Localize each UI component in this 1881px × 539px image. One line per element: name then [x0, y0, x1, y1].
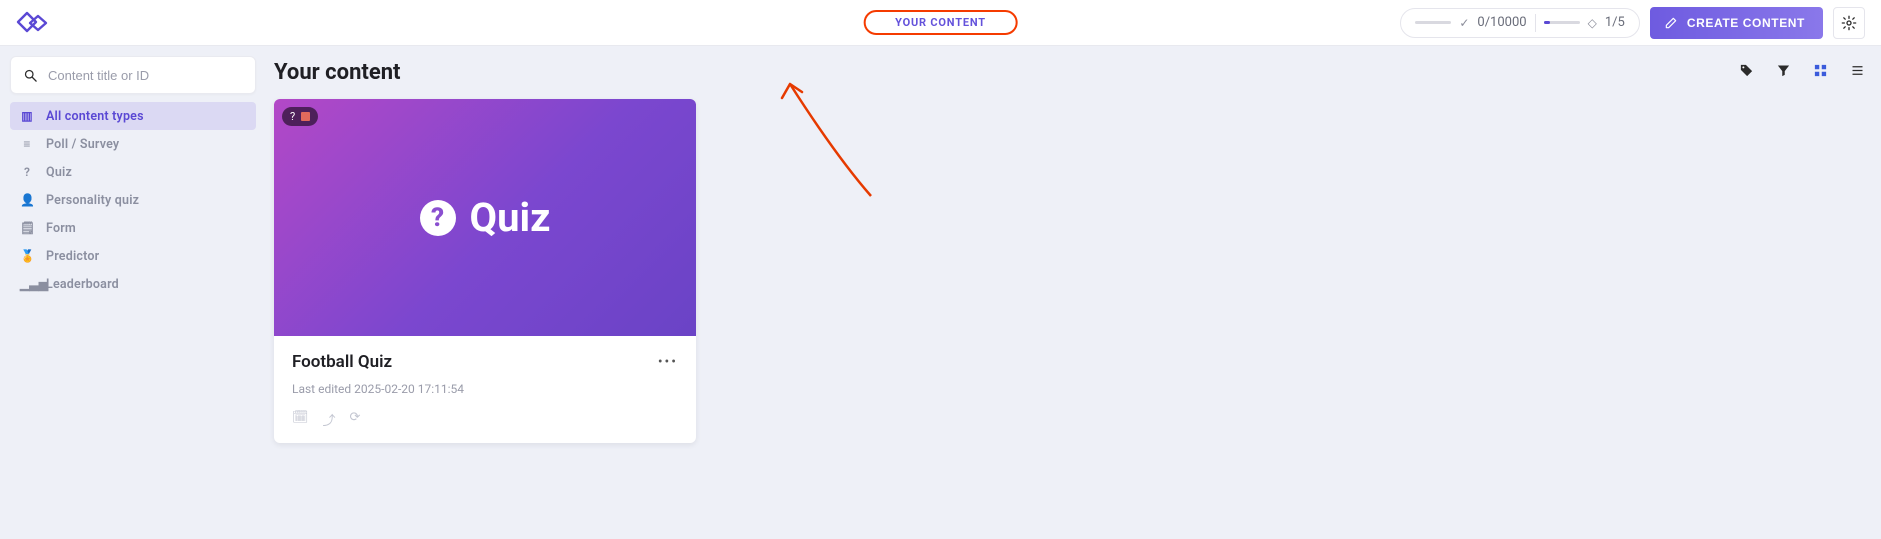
- tag-icon: [1739, 63, 1754, 78]
- calendar-icon: 🗓: [292, 410, 309, 429]
- question-mark-icon: ?: [290, 110, 295, 123]
- gems-progress-bar: [1544, 21, 1580, 24]
- views-progress-bar: [1415, 21, 1451, 24]
- sidebar-item-quiz[interactable]: ? Quiz: [10, 158, 256, 186]
- grid-icon: [1813, 63, 1828, 78]
- check-icon: ✓: [1459, 16, 1469, 30]
- refresh-icon: ⟳: [350, 410, 361, 429]
- sidebar-item-predictor[interactable]: 🏅 Predictor: [10, 242, 256, 270]
- search-box[interactable]: [10, 56, 256, 94]
- card-meta-icons: 🗓 ⤴ ⟳: [292, 410, 678, 429]
- content-area: Your content: [274, 56, 1871, 443]
- sidebar-item-label: Quiz: [46, 165, 72, 180]
- sidebar-item-label: Poll / Survey: [46, 137, 119, 152]
- card-body: Football Quiz ••• Last edited 2025-02-20…: [274, 336, 696, 443]
- clipboard-icon: 🗒: [20, 221, 34, 235]
- views-count: 0/10000: [1477, 15, 1526, 30]
- tab-label: YOUR CONTENT: [895, 16, 986, 29]
- gems-count: 1/5: [1605, 15, 1625, 30]
- sidebar-item-label: Personality quiz: [46, 193, 139, 208]
- brand-logo[interactable]: [16, 10, 56, 36]
- sidebar-item-label: All content types: [46, 109, 144, 124]
- quiz-circle-icon: ?: [420, 200, 456, 236]
- sidebar-item-label: Predictor: [46, 249, 99, 264]
- sidebar: ▥ All content types ≡ Poll / Survey ? Qu…: [10, 56, 256, 443]
- list-view-button[interactable]: [1850, 63, 1865, 82]
- list-icon: ≡: [20, 137, 34, 151]
- search-icon: [23, 68, 38, 83]
- gear-icon: [1841, 15, 1857, 31]
- card-more-button[interactable]: •••: [658, 354, 678, 370]
- card-last-edited: Last edited 2025-02-20 17:11:54: [292, 382, 678, 396]
- grid-view-button[interactable]: [1813, 63, 1828, 82]
- book-icon: ▥: [20, 109, 34, 123]
- separator: [1535, 14, 1536, 32]
- bars-icon: ▁▃▅: [20, 277, 34, 291]
- card-title: Football Quiz: [292, 352, 392, 372]
- list-lines-icon: [1850, 63, 1865, 78]
- content-type-nav: ▥ All content types ≡ Poll / Survey ? Qu…: [10, 102, 256, 298]
- content-grid: ? ? Quiz Football Quiz ••• Last edited 2…: [274, 99, 1871, 443]
- sidebar-item-label: Leaderboard: [46, 277, 119, 292]
- settings-button[interactable]: [1833, 7, 1865, 39]
- sidebar-item-poll[interactable]: ≡ Poll / Survey: [10, 130, 256, 158]
- content-card[interactable]: ? ? Quiz Football Quiz ••• Last edited 2…: [274, 99, 696, 443]
- tag-filter-button[interactable]: [1739, 63, 1754, 82]
- sidebar-item-form[interactable]: 🗒 Form: [10, 214, 256, 242]
- question-icon: ?: [20, 165, 34, 179]
- search-input[interactable]: [48, 68, 243, 83]
- card-hero-content: ? Quiz: [420, 194, 551, 241]
- sidebar-item-leaderboard[interactable]: ▁▃▅ Leaderboard: [10, 270, 256, 298]
- sidebar-item-all-types[interactable]: ▥ All content types: [10, 102, 256, 130]
- status-dot-icon: [301, 112, 310, 121]
- funnel-icon: [1776, 63, 1791, 78]
- header-actions: ✓ 0/10000 ◇ 1/5 CREATE CONTENT: [1400, 7, 1865, 39]
- card-type-label: Quiz: [470, 194, 551, 241]
- page-title: Your content: [274, 60, 401, 85]
- person-icon: 👤: [20, 193, 34, 207]
- content-header: Your content: [274, 60, 1871, 85]
- sidebar-item-label: Form: [46, 221, 76, 236]
- sidebar-item-personality[interactable]: 👤 Personality quiz: [10, 186, 256, 214]
- create-content-button[interactable]: CREATE CONTENT: [1650, 7, 1823, 39]
- tab-your-content[interactable]: YOUR CONTENT: [863, 10, 1018, 35]
- main-area: ▥ All content types ≡ Poll / Survey ? Qu…: [0, 46, 1881, 453]
- top-nav: YOUR CONTENT: [863, 10, 1018, 35]
- edit-icon: [1664, 16, 1678, 30]
- card-type-badge: ?: [282, 107, 318, 126]
- card-thumbnail: ? ? Quiz: [274, 99, 696, 336]
- app-header: YOUR CONTENT ✓ 0/10000 ◇ 1/5 CREATE CONT…: [0, 0, 1881, 46]
- usage-stats-pill[interactable]: ✓ 0/10000 ◇ 1/5: [1400, 8, 1639, 38]
- create-button-label: CREATE CONTENT: [1687, 16, 1805, 30]
- view-controls: [1739, 63, 1865, 82]
- medal-icon: 🏅: [20, 249, 34, 263]
- share-icon: ⤴: [323, 410, 336, 429]
- diamond-icon: ◇: [1588, 16, 1597, 30]
- filter-button[interactable]: [1776, 63, 1791, 82]
